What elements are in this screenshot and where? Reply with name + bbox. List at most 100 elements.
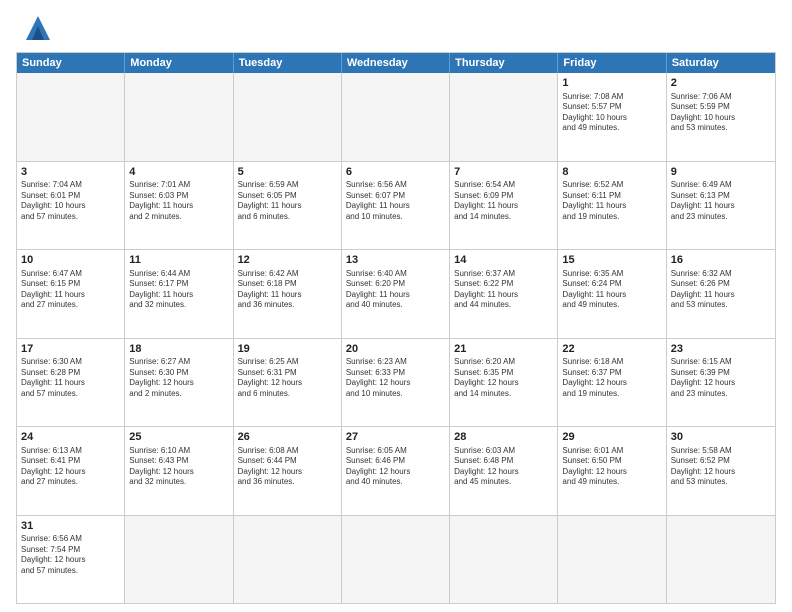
day-info: Sunrise: 6:32 AM Sunset: 6:26 PM Dayligh…: [671, 269, 771, 311]
calendar-cell: 24Sunrise: 6:13 AM Sunset: 6:41 PM Dayli…: [17, 427, 125, 515]
day-info: Sunrise: 6:44 AM Sunset: 6:17 PM Dayligh…: [129, 269, 228, 311]
day-number: 9: [671, 165, 771, 180]
day-info: Sunrise: 6:35 AM Sunset: 6:24 PM Dayligh…: [562, 269, 661, 311]
calendar-cell: 22Sunrise: 6:18 AM Sunset: 6:37 PM Dayli…: [558, 339, 666, 427]
calendar-cell: [342, 516, 450, 604]
logo-icon: [22, 12, 54, 44]
day-number: 20: [346, 342, 445, 357]
day-info: Sunrise: 6:59 AM Sunset: 6:05 PM Dayligh…: [238, 180, 337, 222]
day-info: Sunrise: 6:42 AM Sunset: 6:18 PM Dayligh…: [238, 269, 337, 311]
calendar-cell: 1Sunrise: 7:08 AM Sunset: 5:57 PM Daylig…: [558, 73, 666, 161]
day-number: 19: [238, 342, 337, 357]
calendar-cell: 31Sunrise: 6:56 AM Sunset: 7:54 PM Dayli…: [17, 516, 125, 604]
calendar-cell: 15Sunrise: 6:35 AM Sunset: 6:24 PM Dayli…: [558, 250, 666, 338]
day-info: Sunrise: 6:10 AM Sunset: 6:43 PM Dayligh…: [129, 446, 228, 488]
calendar-cell: 4Sunrise: 7:01 AM Sunset: 6:03 PM Daylig…: [125, 162, 233, 250]
day-number: 26: [238, 430, 337, 445]
day-number: 28: [454, 430, 553, 445]
calendar-row-1: 3Sunrise: 7:04 AM Sunset: 6:01 PM Daylig…: [17, 161, 775, 250]
calendar-cell: 9Sunrise: 6:49 AM Sunset: 6:13 PM Daylig…: [667, 162, 775, 250]
day-number: 12: [238, 253, 337, 268]
day-info: Sunrise: 7:08 AM Sunset: 5:57 PM Dayligh…: [562, 92, 661, 134]
day-number: 30: [671, 430, 771, 445]
calendar-cell: [17, 73, 125, 161]
logo: [16, 12, 54, 44]
calendar-row-0: 1Sunrise: 7:08 AM Sunset: 5:57 PM Daylig…: [17, 73, 775, 161]
day-number: 6: [346, 165, 445, 180]
day-number: 1: [562, 76, 661, 91]
day-number: 7: [454, 165, 553, 180]
calendar-cell: [667, 516, 775, 604]
day-number: 27: [346, 430, 445, 445]
calendar-row-4: 24Sunrise: 6:13 AM Sunset: 6:41 PM Dayli…: [17, 426, 775, 515]
day-number: 11: [129, 253, 228, 268]
calendar-row-5: 31Sunrise: 6:56 AM Sunset: 7:54 PM Dayli…: [17, 515, 775, 604]
day-number: 31: [21, 519, 120, 534]
day-info: Sunrise: 6:23 AM Sunset: 6:33 PM Dayligh…: [346, 357, 445, 399]
day-number: 14: [454, 253, 553, 268]
day-number: 8: [562, 165, 661, 180]
calendar-cell: 26Sunrise: 6:08 AM Sunset: 6:44 PM Dayli…: [234, 427, 342, 515]
calendar-cell: 20Sunrise: 6:23 AM Sunset: 6:33 PM Dayli…: [342, 339, 450, 427]
day-info: Sunrise: 6:56 AM Sunset: 7:54 PM Dayligh…: [21, 534, 120, 576]
calendar-cell: 5Sunrise: 6:59 AM Sunset: 6:05 PM Daylig…: [234, 162, 342, 250]
calendar-row-3: 17Sunrise: 6:30 AM Sunset: 6:28 PM Dayli…: [17, 338, 775, 427]
calendar-cell: 13Sunrise: 6:40 AM Sunset: 6:20 PM Dayli…: [342, 250, 450, 338]
day-number: 15: [562, 253, 661, 268]
day-info: Sunrise: 7:06 AM Sunset: 5:59 PM Dayligh…: [671, 92, 771, 134]
day-info: Sunrise: 6:01 AM Sunset: 6:50 PM Dayligh…: [562, 446, 661, 488]
weekday-header-thursday: Thursday: [450, 53, 558, 73]
day-info: Sunrise: 6:08 AM Sunset: 6:44 PM Dayligh…: [238, 446, 337, 488]
calendar-cell: 3Sunrise: 7:04 AM Sunset: 6:01 PM Daylig…: [17, 162, 125, 250]
calendar-cell: 28Sunrise: 6:03 AM Sunset: 6:48 PM Dayli…: [450, 427, 558, 515]
calendar-cell: 2Sunrise: 7:06 AM Sunset: 5:59 PM Daylig…: [667, 73, 775, 161]
calendar-cell: 17Sunrise: 6:30 AM Sunset: 6:28 PM Dayli…: [17, 339, 125, 427]
calendar-cell: [234, 73, 342, 161]
day-info: Sunrise: 6:49 AM Sunset: 6:13 PM Dayligh…: [671, 180, 771, 222]
calendar-body: 1Sunrise: 7:08 AM Sunset: 5:57 PM Daylig…: [17, 73, 775, 603]
calendar-cell: [450, 73, 558, 161]
day-info: Sunrise: 6:13 AM Sunset: 6:41 PM Dayligh…: [21, 446, 120, 488]
day-info: Sunrise: 6:54 AM Sunset: 6:09 PM Dayligh…: [454, 180, 553, 222]
day-info: Sunrise: 6:30 AM Sunset: 6:28 PM Dayligh…: [21, 357, 120, 399]
day-info: Sunrise: 6:52 AM Sunset: 6:11 PM Dayligh…: [562, 180, 661, 222]
weekday-header-tuesday: Tuesday: [234, 53, 342, 73]
day-info: Sunrise: 7:01 AM Sunset: 6:03 PM Dayligh…: [129, 180, 228, 222]
calendar-cell: 8Sunrise: 6:52 AM Sunset: 6:11 PM Daylig…: [558, 162, 666, 250]
calendar-cell: 6Sunrise: 6:56 AM Sunset: 6:07 PM Daylig…: [342, 162, 450, 250]
calendar-row-2: 10Sunrise: 6:47 AM Sunset: 6:15 PM Dayli…: [17, 249, 775, 338]
calendar-cell: 30Sunrise: 5:58 AM Sunset: 6:52 PM Dayli…: [667, 427, 775, 515]
day-number: 24: [21, 430, 120, 445]
day-info: Sunrise: 6:20 AM Sunset: 6:35 PM Dayligh…: [454, 357, 553, 399]
calendar-cell: 19Sunrise: 6:25 AM Sunset: 6:31 PM Dayli…: [234, 339, 342, 427]
day-number: 22: [562, 342, 661, 357]
day-info: Sunrise: 6:56 AM Sunset: 6:07 PM Dayligh…: [346, 180, 445, 222]
weekday-header-monday: Monday: [125, 53, 233, 73]
day-info: Sunrise: 6:03 AM Sunset: 6:48 PM Dayligh…: [454, 446, 553, 488]
calendar-cell: 11Sunrise: 6:44 AM Sunset: 6:17 PM Dayli…: [125, 250, 233, 338]
weekday-header-saturday: Saturday: [667, 53, 775, 73]
day-number: 17: [21, 342, 120, 357]
day-number: 18: [129, 342, 228, 357]
calendar-cell: 18Sunrise: 6:27 AM Sunset: 6:30 PM Dayli…: [125, 339, 233, 427]
calendar-cell: [125, 516, 233, 604]
calendar-cell: 7Sunrise: 6:54 AM Sunset: 6:09 PM Daylig…: [450, 162, 558, 250]
calendar-cell: 14Sunrise: 6:37 AM Sunset: 6:22 PM Dayli…: [450, 250, 558, 338]
calendar-cell: 21Sunrise: 6:20 AM Sunset: 6:35 PM Dayli…: [450, 339, 558, 427]
calendar: SundayMondayTuesdayWednesdayThursdayFrid…: [16, 52, 776, 604]
day-number: 25: [129, 430, 228, 445]
day-number: 3: [21, 165, 120, 180]
day-number: 13: [346, 253, 445, 268]
calendar-header: SundayMondayTuesdayWednesdayThursdayFrid…: [17, 53, 775, 73]
calendar-cell: [125, 73, 233, 161]
calendar-cell: [342, 73, 450, 161]
day-info: Sunrise: 6:18 AM Sunset: 6:37 PM Dayligh…: [562, 357, 661, 399]
calendar-cell: 16Sunrise: 6:32 AM Sunset: 6:26 PM Dayli…: [667, 250, 775, 338]
weekday-header-wednesday: Wednesday: [342, 53, 450, 73]
day-number: 2: [671, 76, 771, 91]
calendar-cell: 12Sunrise: 6:42 AM Sunset: 6:18 PM Dayli…: [234, 250, 342, 338]
day-info: Sunrise: 6:47 AM Sunset: 6:15 PM Dayligh…: [21, 269, 120, 311]
day-info: Sunrise: 5:58 AM Sunset: 6:52 PM Dayligh…: [671, 446, 771, 488]
day-number: 5: [238, 165, 337, 180]
day-info: Sunrise: 6:05 AM Sunset: 6:46 PM Dayligh…: [346, 446, 445, 488]
